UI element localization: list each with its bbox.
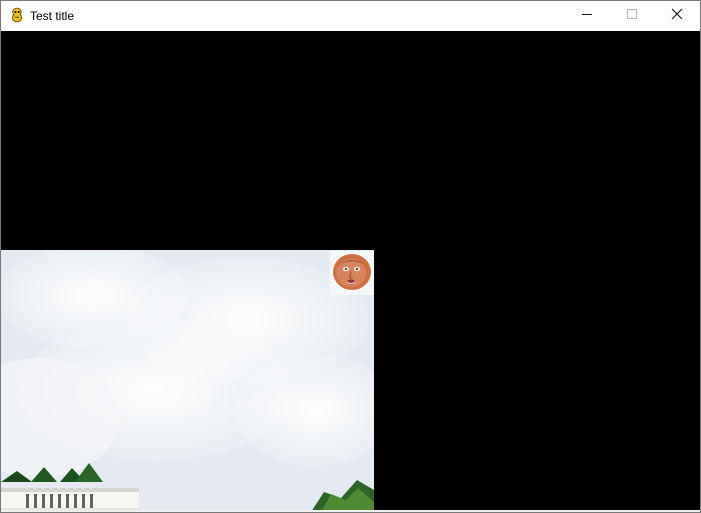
title-bar[interactable]: Test title: [1, 1, 700, 31]
pygame-canvas[interactable]: [1, 31, 700, 512]
white-house-photo: [1, 250, 374, 512]
minimize-button[interactable]: [564, 1, 610, 31]
game-window: Test title: [0, 0, 701, 513]
maximize-icon: [626, 7, 638, 25]
close-button[interactable]: [654, 1, 700, 31]
pygame-snake-icon: [9, 7, 25, 23]
face-sprite: [330, 251, 374, 295]
window-bottom-edge: [1, 510, 700, 512]
window-title: Test title: [30, 9, 75, 23]
maximize-button[interactable]: [609, 1, 655, 31]
minimize-icon: [581, 7, 593, 25]
close-icon: [671, 7, 683, 25]
